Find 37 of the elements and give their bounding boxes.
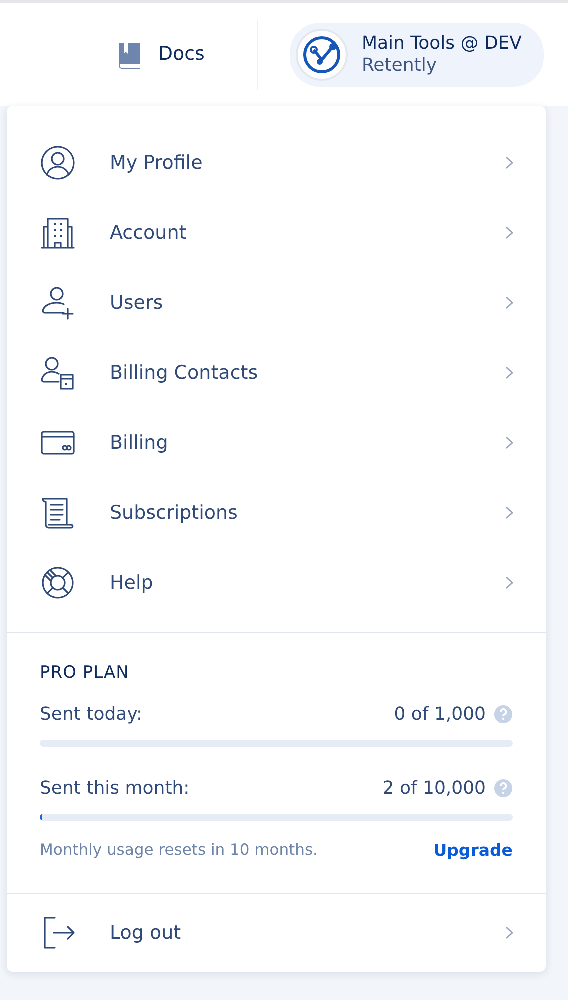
user-plus-icon: [40, 285, 76, 321]
logout-item[interactable]: Log out: [7, 894, 546, 972]
company-name: Retently: [362, 54, 438, 76]
user-circle-icon: [40, 145, 76, 181]
chevron-right-icon: [505, 506, 514, 520]
user-card-icon: [40, 355, 76, 391]
book-icon: [118, 40, 142, 68]
menu-item[interactable]: Users: [7, 268, 546, 338]
menu-item[interactable]: Billing: [7, 408, 546, 478]
lifebuoy-icon: [40, 565, 76, 601]
workspace-switcher[interactable]: Main Tools @ DEV Retently: [290, 22, 544, 86]
chevron-right-icon: [505, 576, 514, 590]
chevron-right-icon: [505, 436, 514, 450]
menu-item[interactable]: Help: [7, 548, 546, 618]
menu-item[interactable]: Billing Contacts: [7, 338, 546, 408]
chevron-right-icon: [505, 296, 514, 310]
usage-reading: 0 of 1,000: [394, 702, 486, 726]
chevron-right-icon: [505, 226, 514, 240]
plan-title: PRO PLAN: [40, 662, 130, 685]
menu-item[interactable]: Account: [7, 198, 546, 268]
usage-label: Sent this month:: [40, 776, 190, 800]
docs-link[interactable]: Docs: [118, 40, 257, 69]
chevron-right-icon: [505, 926, 514, 940]
usage-reset-note: Monthly usage resets in 10 months.: [40, 840, 318, 862]
chevron-right-icon: [505, 366, 514, 380]
workspace-name: Main Tools @ DEV: [362, 32, 522, 54]
help-icon[interactable]: [494, 778, 513, 798]
upgrade-link[interactable]: Upgrade: [434, 838, 513, 864]
chevron-right-icon: [505, 156, 514, 170]
usage-reading: 2 of 10,000: [382, 776, 486, 800]
usage-label: Sent today:: [40, 702, 143, 726]
menu-item[interactable]: My Profile: [7, 128, 546, 198]
logo-icon: [302, 34, 342, 74]
scroll-icon: [40, 495, 76, 531]
menu-item[interactable]: Subscriptions: [7, 478, 546, 548]
building-icon: [40, 215, 76, 251]
help-icon[interactable]: [494, 704, 513, 724]
